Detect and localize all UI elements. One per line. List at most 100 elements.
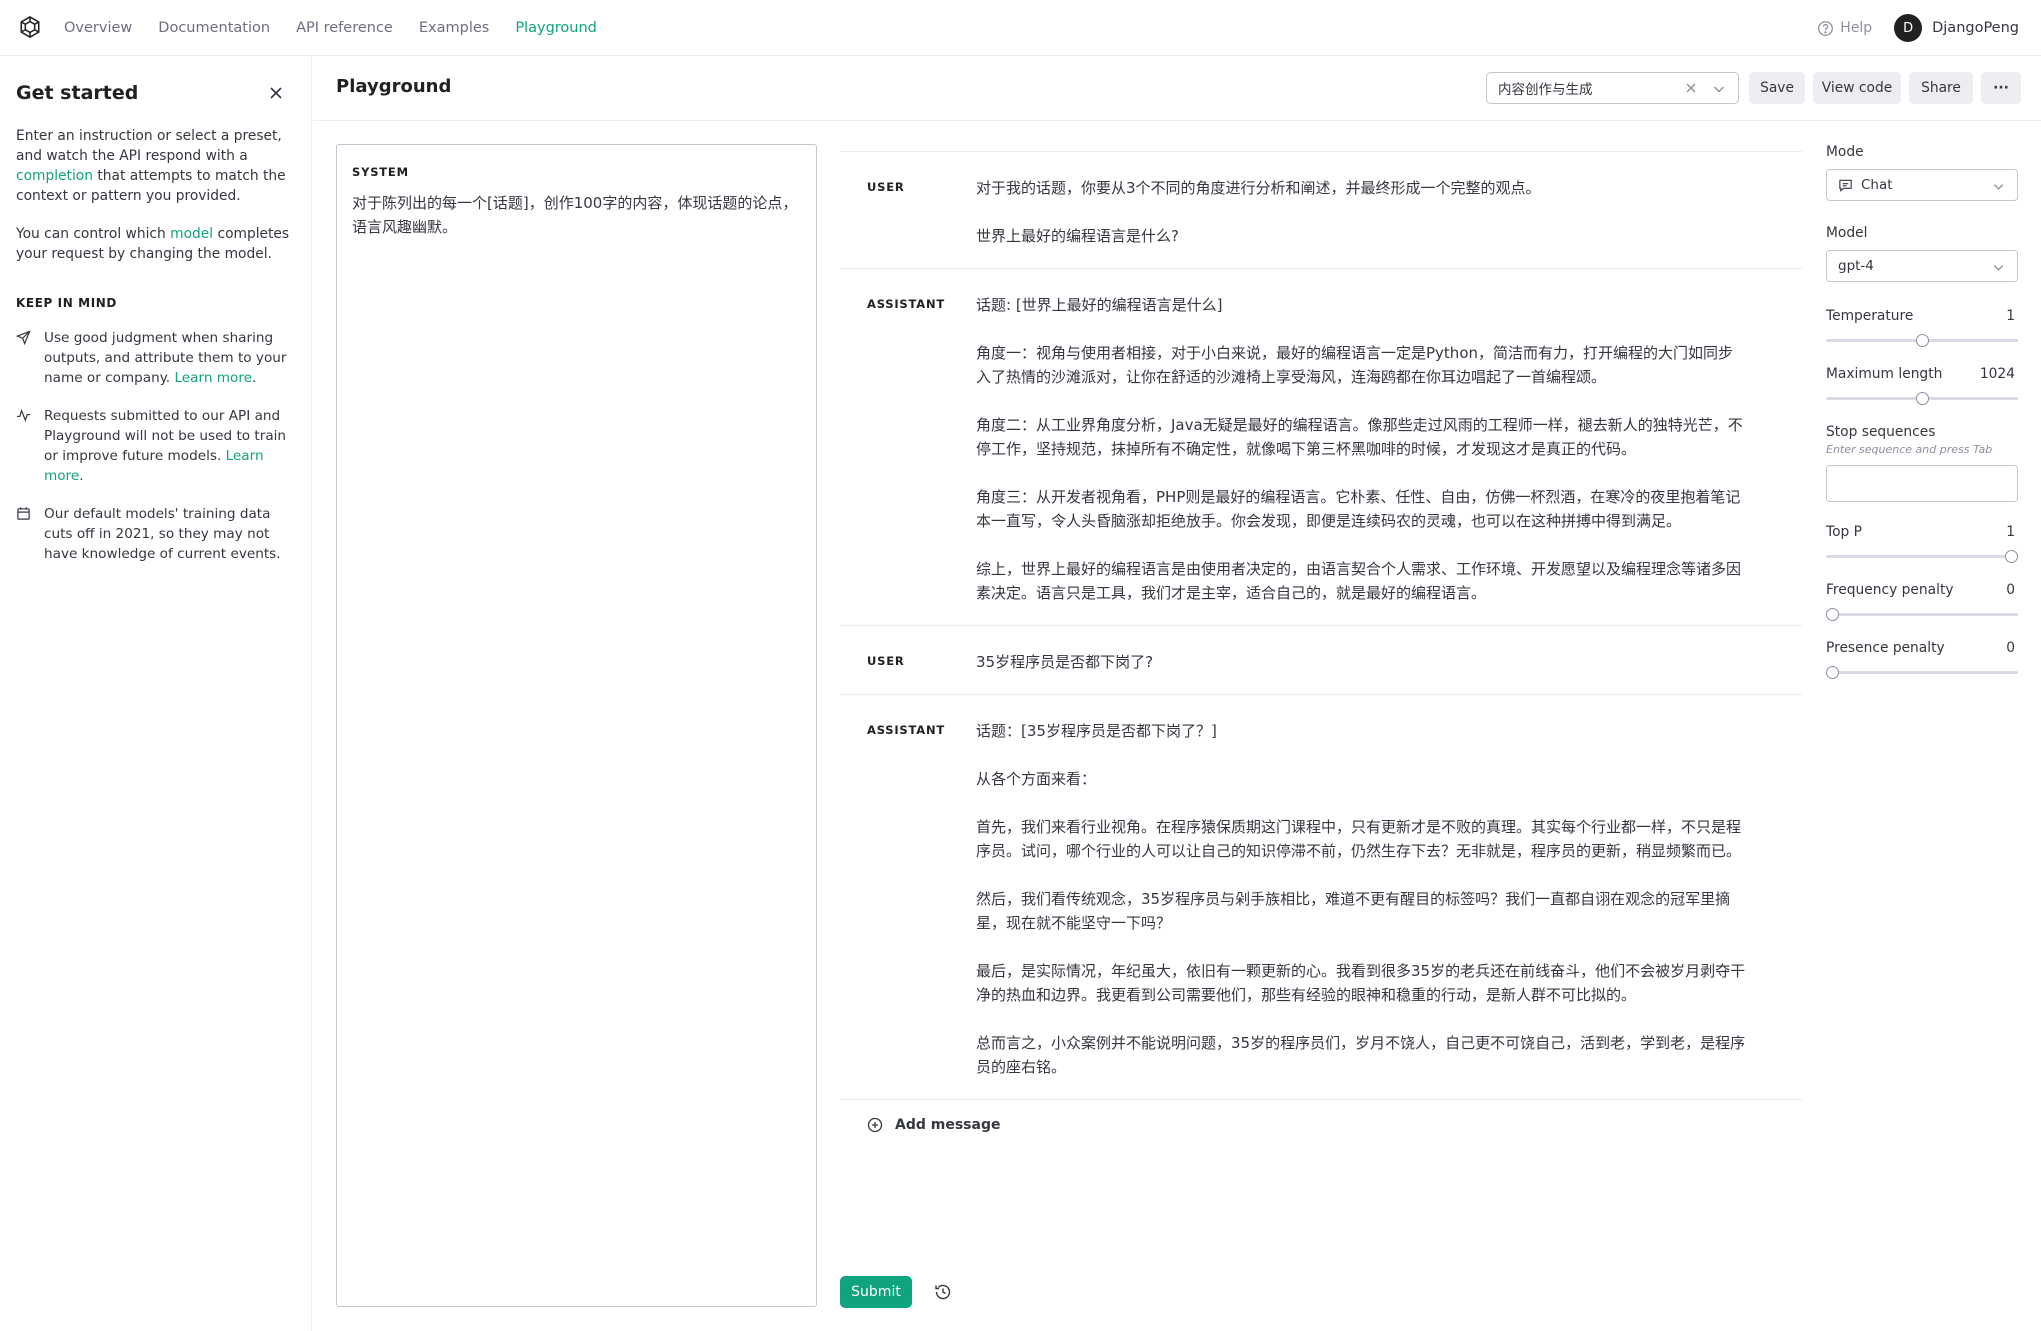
message-paragraph: 综上，世界上最好的编程语言是由使用者决定的，由语言契合个人需求、工作环境、开发愿… — [976, 560, 1742, 602]
calendar-icon — [17, 507, 30, 520]
presence-value[interactable]: 0 — [2006, 640, 2015, 656]
max-length-value[interactable]: 1024 — [1980, 366, 2015, 382]
frequency-penalty-label: Frequency penalty 0 — [1826, 582, 2021, 598]
activity-icon — [16, 409, 31, 422]
submit-button[interactable]: Submit — [840, 1276, 912, 1308]
top-p-value[interactable]: 1 — [2006, 524, 2015, 540]
presence-penalty-slider[interactable] — [1826, 662, 2021, 682]
message-paragraph: 从各个方面来看： — [976, 770, 1097, 788]
message-paragraph: 对于我的话题，你要从3个不同的角度进行分析和阐述，并最终形成一个完整的观点。 — [976, 179, 1541, 197]
slider-thumb[interactable] — [1826, 666, 1839, 679]
slider-thumb[interactable] — [1915, 334, 1929, 347]
nav-documentation[interactable]: Documentation — [158, 20, 270, 36]
top-p-label: Top P 1 — [1826, 524, 2021, 540]
help-link[interactable]: Help — [1817, 20, 1872, 37]
clear-icon[interactable] — [1684, 81, 1698, 95]
sidebar-model-info: You can control which model completes yo… — [16, 224, 295, 264]
chat-bubble-icon — [1839, 179, 1852, 192]
message-role[interactable]: ASSISTANT — [840, 293, 976, 605]
close-icon[interactable] — [267, 84, 285, 102]
share-button[interactable]: Share — [1909, 72, 1973, 104]
message-user[interactable]: USER 35岁程序员是否都下岗了? — [840, 625, 1802, 694]
avatar[interactable]: D — [1894, 14, 1923, 42]
nav-playground[interactable]: Playground — [515, 20, 597, 36]
message-body[interactable]: 对于我的话题，你要从3个不同的角度进行分析和阐述，并最终形成一个完整的观点。 世… — [976, 176, 1746, 248]
model-text-1: You can control which — [16, 226, 171, 242]
system-prompt-text[interactable]: 对于陈列出的每一个[话题]，创作100字的内容，体现话题的论点，语言风趣幽默。 — [352, 191, 801, 239]
keep-item-text: Our default models' training data cuts o… — [44, 506, 281, 562]
keep-item-cutoff: Our default models' training data cuts o… — [16, 504, 295, 564]
stop-sequences-input[interactable] — [1826, 465, 2018, 502]
history-icon[interactable] — [933, 1282, 953, 1302]
nav-api-reference[interactable]: API reference — [296, 20, 393, 36]
messages-list: USER 对于我的话题，你要从3个不同的角度进行分析和阐述，并最终形成一个完整的… — [840, 151, 1802, 1149]
get-started-sidebar: Get started Enter an instruction or sele… — [0, 56, 312, 1331]
message-body[interactable]: 35岁程序员是否都下岗了? — [976, 650, 1746, 674]
message-role[interactable]: USER — [840, 176, 976, 248]
model-link[interactable]: model — [170, 226, 213, 242]
stop-sequences-label: Stop sequences — [1826, 424, 2021, 440]
frequency-penalty-slider[interactable] — [1826, 604, 2021, 624]
message-body[interactable]: 话题: [世界上最好的编程语言是什么] 角度一：视角与使用者相接，对于小白来说，… — [976, 293, 1746, 605]
help-icon — [1818, 20, 1834, 36]
add-message-label: Add message — [895, 1116, 1001, 1133]
nav-examples[interactable]: Examples — [419, 20, 489, 36]
temperature-value[interactable]: 1 — [2006, 308, 2015, 324]
slider-thumb[interactable] — [1826, 608, 1839, 621]
preset-value: 内容创作与生成 — [1498, 82, 1593, 98]
message-role[interactable]: ASSISTANT — [840, 719, 976, 1079]
nav-right: Help D DjangoPeng — [1817, 0, 2019, 56]
more-options-button[interactable]: ··· — [1981, 72, 2021, 104]
mode-select[interactable]: Chat — [1826, 169, 2018, 201]
chevron-down-icon — [1993, 184, 2004, 190]
preset-select[interactable]: 内容创作与生成 — [1486, 72, 1739, 104]
message-role[interactable]: USER — [840, 650, 976, 674]
temperature-label-text: Temperature — [1826, 308, 1914, 324]
plus-circle-icon — [867, 1117, 883, 1132]
frequency-label-text: Frequency penalty — [1826, 582, 1954, 598]
message-user[interactable]: USER 对于我的话题，你要从3个不同的角度进行分析和阐述，并最终形成一个完整的… — [840, 151, 1802, 268]
nav-overview[interactable]: Overview — [64, 20, 132, 36]
message-paragraph: 然后，我们看传统观念，35岁程序员与剁手族相比，难道不更有醒目的标签吗？我们一直… — [976, 890, 1731, 932]
intro-text-1: Enter an instruction or select a preset,… — [16, 128, 282, 164]
model-label-text: Model — [1826, 225, 1868, 241]
max-length-slider[interactable] — [1826, 388, 2021, 408]
openai-logo-icon[interactable] — [16, 14, 44, 42]
frequency-value[interactable]: 0 — [2006, 582, 2015, 598]
message-paragraph: 话题: [世界上最好的编程语言是什么] — [976, 296, 1223, 314]
add-message-button[interactable]: Add message — [840, 1099, 1802, 1149]
chevron-down-icon — [1993, 265, 2004, 271]
slider-thumb[interactable] — [2005, 550, 2018, 563]
max-length-label: Maximum length 1024 — [1826, 366, 2021, 382]
message-paragraph: 最后，是实际情况，年纪虽大，依旧有一颗更新的心。我看到很多35岁的老兵还在前线奋… — [976, 962, 1746, 1004]
temperature-slider[interactable] — [1826, 330, 2021, 350]
message-paragraph: 角度一：视角与使用者相接，对于小白来说，最好的编程语言一定是Python，简洁而… — [976, 344, 1733, 386]
nav-links: Overview Documentation API reference Exa… — [64, 0, 623, 56]
learn-more-link[interactable]: Learn more — [174, 370, 252, 386]
sidebar-title: Get started — [16, 82, 139, 104]
keep-item-training: Requests submitted to our API and Playgr… — [16, 406, 295, 486]
playground-main: Playground 内容创作与生成 Save View code Share … — [313, 56, 2041, 1331]
slider-thumb[interactable] — [1915, 392, 1929, 405]
completion-link[interactable]: completion — [16, 168, 93, 184]
save-button[interactable]: Save — [1749, 72, 1805, 104]
header-divider — [313, 120, 2041, 121]
page-title: Playground — [336, 76, 452, 97]
system-prompt-box[interactable]: SYSTEM 对于陈列出的每一个[话题]，创作100字的内容，体现话题的论点，语… — [336, 144, 817, 1307]
model-select[interactable]: gpt-4 — [1826, 250, 2018, 282]
mode-label: Mode — [1826, 144, 2021, 160]
message-assistant[interactable]: ASSISTANT 话题: [世界上最好的编程语言是什么] 角度一：视角与使用者… — [840, 268, 1802, 625]
message-paragraph: 话题：[35岁程序员是否都下岗了？] — [976, 722, 1217, 740]
username[interactable]: DjangoPeng — [1932, 20, 2019, 36]
top-p-label-text: Top P — [1826, 524, 1862, 540]
presence-label-text: Presence penalty — [1826, 640, 1945, 656]
message-body[interactable]: 话题：[35岁程序员是否都下岗了？] 从各个方面来看： 首先，我们来看行业视角。… — [976, 719, 1746, 1079]
message-paragraph: 角度二：从工业界角度分析，Java无疑是最好的编程语言。像那些走过风雨的工程师一… — [976, 416, 1743, 458]
mode-label-text: Mode — [1826, 144, 1864, 160]
keep-in-mind-title: KEEP IN MIND — [16, 296, 117, 310]
message-paragraph: 35岁程序员是否都下岗了? — [976, 653, 1154, 671]
top-p-slider[interactable] — [1826, 546, 2021, 566]
view-code-button[interactable]: View code — [1813, 72, 1901, 104]
message-paragraph: 角度三：从开发者视角看，PHP则是最好的编程语言。它朴素、任性、自由，仿佛一杯烈… — [976, 488, 1741, 530]
message-assistant[interactable]: ASSISTANT 话题：[35岁程序员是否都下岗了？] 从各个方面来看： 首先… — [840, 694, 1802, 1099]
